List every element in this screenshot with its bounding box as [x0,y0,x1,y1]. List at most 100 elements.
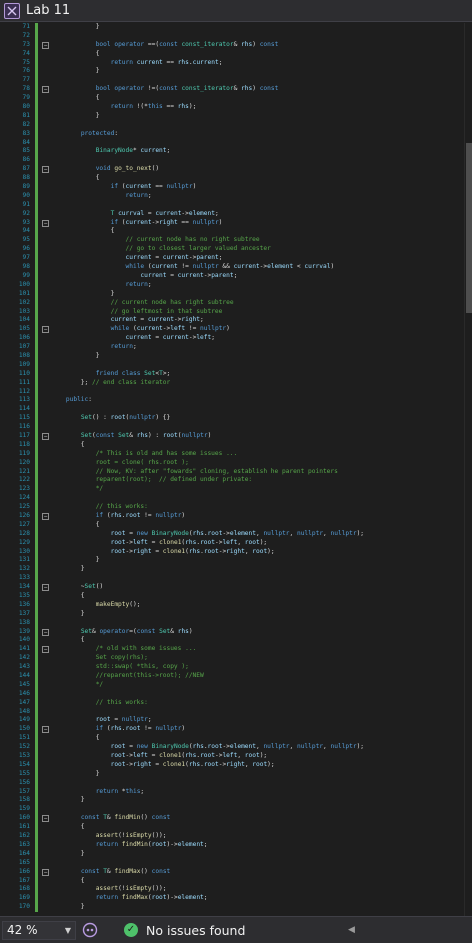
code-line[interactable]: 134 − ~Set() [0,583,464,592]
collapse-icon[interactable]: − [42,41,49,49]
code-line[interactable]: 126 − if (rhs.root != nullptr) [0,511,464,521]
collapse-icon[interactable]: − [42,868,49,876]
code-line[interactable]: 105 − while (current->left != nullptr) [0,325,464,335]
code-line[interactable]: 170 } [0,903,464,913]
code-line[interactable]: 149 root = nullptr; [0,716,464,726]
code-line[interactable]: 110 friend class Set<T>; [0,369,464,379]
code-line[interactable]: 152 root = new BinaryNode(rhs.root->elem… [0,743,464,753]
collapse-icon[interactable]: − [42,512,49,520]
collapse-icon[interactable]: − [42,646,49,654]
code-line[interactable]: 145 */ [0,680,464,690]
code-lines[interactable]: 71 } 72 73− bool operator ==(const const_i… [0,23,464,913]
code-line[interactable]: 166 − const T& findMax() const [0,867,464,877]
code-line[interactable]: 139 − Set& operator=(const Set& rhs) [0,627,464,637]
code-line[interactable]: 157 return *this; [0,787,464,797]
code-line[interactable]: 79 { [0,94,464,104]
code-line[interactable]: 108 } [0,351,464,361]
code-line[interactable]: 168 assert(!isEmpty()); [0,885,464,895]
code-line[interactable]: 143 std::swap( *this, copy ); [0,663,464,673]
code-line[interactable]: 93 − if (current->right == nullptr) [0,218,464,228]
code-line[interactable]: 147 // this works: [0,698,464,708]
code-line[interactable]: 83 protected: [0,129,464,139]
code-line[interactable]: 167 { [0,876,464,886]
code-line[interactable]: 99 current = current->parent; [0,271,464,281]
code-line[interactable]: 107 return; [0,343,464,352]
code-line[interactable]: 76 } [0,67,464,77]
code-line[interactable]: 120 root = clone( rhs.root ); [0,458,464,468]
code-line[interactable]: 154 root->right = clone1(rhs.root->right… [0,760,464,770]
code-line[interactable]: 85 BinaryNode* current; [0,147,464,157]
code-line[interactable]: 82 [0,120,464,130]
code-line[interactable]: 92 T currval = current->element; [0,209,464,219]
code-line[interactable]: 77 [0,76,464,86]
vertical-scrollbar[interactable] [464,23,472,916]
code-line[interactable]: 96 // go to closest larger valued ancest… [0,245,464,255]
code-line[interactable]: 114 [0,405,464,415]
code-line[interactable]: 121 // Now, KV: after "fowards" cloning,… [0,467,464,477]
code-line[interactable]: 150 − if (rhs.root != nullptr) [0,725,464,735]
code-line[interactable]: 131 } [0,556,464,566]
code-line[interactable]: 84 [0,138,464,148]
code-line[interactable]: 146 [0,689,464,699]
code-line[interactable]: 80 return !(*this == rhs); [0,103,464,112]
code-line[interactable]: 97 current = current->parent; [0,254,464,264]
code-line[interactable]: 156 [0,778,464,788]
collapse-icon[interactable]: − [42,219,49,227]
code-line[interactable]: 169 return findMax(root)->element; [0,894,464,904]
code-line[interactable]: 102 // current node has right subtree [0,298,464,308]
code-line[interactable]: 101 } [0,289,464,299]
code-line[interactable]: 117 − Set(const Set& rhs) : root(nullptr) [0,431,464,441]
code-line[interactable]: 130 root->right = clone1(rhs.root->right… [0,547,464,557]
issues-indicator[interactable]: ✓ No issues found [124,923,245,938]
code-line[interactable]: 129 root->left = clone1(rhs.root->left, … [0,538,464,548]
code-line[interactable]: 72 [0,31,464,41]
code-line[interactable]: 141 − /* old with some issues ... [0,645,464,655]
code-line[interactable]: 148 [0,707,464,717]
code-line[interactable]: 123 */ [0,485,464,495]
collapse-icon[interactable]: − [42,584,49,592]
code-line[interactable]: 142 Set copy(rhs); [0,654,464,664]
code-line[interactable]: 94 { [0,227,464,237]
vertical-scrollbar-thumb[interactable] [466,143,472,313]
code-line[interactable]: 90 return; [0,191,464,201]
code-line[interactable]: 135 { [0,592,464,601]
code-line[interactable]: 161 { [0,823,464,833]
code-line[interactable]: 98 while (current != nullptr && current-… [0,263,464,272]
code-line[interactable]: 87 − void go_to_next() [0,165,464,175]
collapse-icon[interactable]: − [42,726,49,734]
code-line[interactable]: 122 reparent(root); // defined under pri… [0,476,464,486]
code-line[interactable]: 140 { [0,636,464,646]
code-line[interactable]: 160 − const T& findMin() const [0,814,464,824]
zoom-dropdown[interactable]: 42 % ▼ [2,920,76,940]
code-line[interactable]: 132 } [0,565,464,575]
collapse-icon[interactable]: − [42,628,49,636]
code-line[interactable]: 91 [0,200,464,210]
code-line[interactable]: 153 root->left = clone1(rhs.root->left, … [0,752,464,761]
code-line[interactable]: 95 // current node has no right subtree [0,236,464,246]
code-line[interactable]: 151 { [0,734,464,744]
code-line[interactable]: 162 assert(!isEmpty()); [0,832,464,841]
code-line[interactable]: 159 [0,805,464,815]
code-line[interactable]: 163 return findMin(root)->element; [0,840,464,850]
code-line[interactable]: 118 { [0,440,464,450]
code-line[interactable]: 81 } [0,111,464,121]
collapse-icon[interactable]: − [42,86,49,94]
code-line[interactable]: 78 − bool operator !=(const const_iterato… [0,85,464,95]
code-line[interactable]: 144 //reparent(this->root); //NEW [0,672,464,681]
code-line[interactable]: 128 root = new BinaryNode(rhs.root->elem… [0,529,464,539]
code-line[interactable]: 133 [0,574,464,584]
code-line[interactable]: 75 return current == rhs.current; [0,58,464,68]
code-line[interactable]: 113 public: [0,396,464,406]
code-line[interactable]: 103 // go leftmost in that subtree [0,307,464,317]
code-line[interactable]: 73 − bool operator ==(const const_iterato… [0,40,464,50]
copilot-icon[interactable] [82,922,98,938]
code-line[interactable]: 88 { [0,174,464,184]
collapse-icon[interactable]: − [42,326,49,334]
code-line[interactable]: 112 [0,387,464,397]
code-line[interactable]: 100 return; [0,280,464,290]
code-line[interactable]: 106 current = current->left; [0,334,464,344]
code-line[interactable]: 111 }; // end class iterator [0,378,464,388]
code-line[interactable]: 136 makeEmpty(); [0,600,464,610]
code-line[interactable]: 137 } [0,609,464,619]
collapse-icon[interactable]: − [42,166,49,174]
